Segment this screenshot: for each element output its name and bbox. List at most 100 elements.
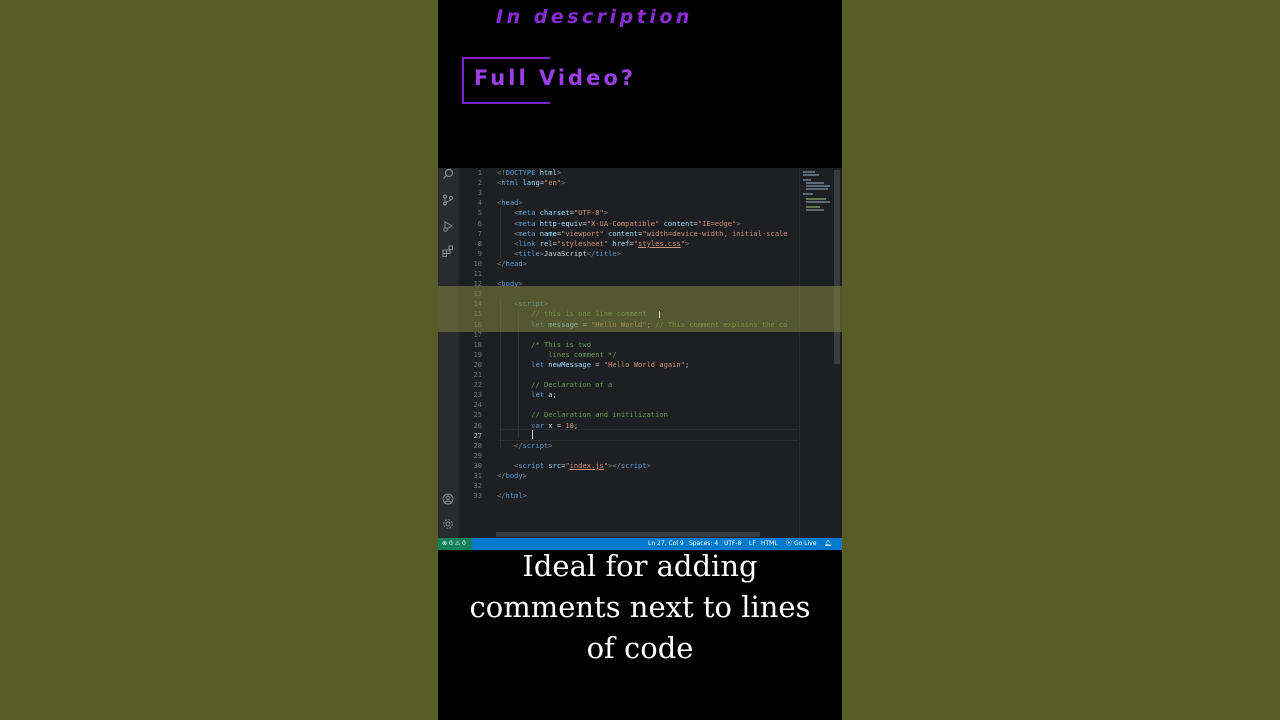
code-line[interactable]: 22 // Declaration of a [438,380,798,390]
promo-full-video-text: Full Video? [474,66,636,90]
caption-line: Ideal for adding [522,549,758,583]
code-text: </script> [514,440,553,450]
code-line[interactable]: 33 </html> [438,491,798,501]
code-text: <script src="index.js"></script> [514,460,651,470]
line-number: 5 [477,208,482,218]
minimap[interactable] [799,168,833,538]
code-text: </body> [497,471,527,480]
line-number: 6 [477,218,482,228]
code-line[interactable]: 25 // Declaration and initilization [438,410,798,420]
code-line[interactable]: 10 </head> [438,259,798,269]
code-line[interactable]: 24 [438,400,798,410]
code-line[interactable]: 26 var x = 10; [438,421,798,431]
minimap-line [803,193,813,195]
line-number: 9 [477,248,482,258]
minimap-line [806,188,828,190]
line-number: 15 [473,309,482,319]
background-left [0,0,438,720]
line-number: 23 [473,390,482,400]
line-number: 14 [473,299,482,309]
minimap-line [806,198,826,200]
code-line[interactable]: 5 <meta charset="UTF-8"> [438,208,798,218]
minimap-line [803,179,811,181]
code-line[interactable]: 21 [438,370,798,380]
text-cursor-ibeam-icon: I [658,310,661,321]
code-editor: 1 <!DOCTYPE html> 2 <html lang="en"> 3 4 <head… [438,168,842,550]
code-text: /* This is two [531,339,591,349]
vertical-scrollbar[interactable] [832,168,842,538]
code-line[interactable]: 23 let a; [438,390,798,400]
background-right [842,0,1280,720]
line-number: 12 [473,279,482,289]
code-text: <!DOCTYPE html> [497,168,562,177]
minimap-line [806,209,824,211]
code-line[interactable]: 16 let message = "Hello World"; // This … [438,320,798,330]
line-number: 21 [473,370,482,379]
code-text: <link rel="stylesheet" href="styles.css"… [514,238,690,248]
code-line[interactable]: 6 <meta http-equiv="X-UA-Compatible" con… [438,219,798,229]
code-line[interactable]: 8 <link rel="stylesheet" href="styles.cs… [438,239,798,249]
line-number: 17 [473,329,482,339]
code-line[interactable]: 4 <head> [438,198,798,208]
line-number: 8 [477,238,482,248]
line-number: 32 [473,481,482,491]
code-line[interactable]: 20 let newMessage = "Hello World again"; [438,360,798,370]
line-number: 1 [477,168,482,177]
code-line[interactable]: 28 </script> [438,441,798,451]
code-text: lines comment */ [531,349,617,359]
code-line[interactable]: 18 /* This is two [438,340,798,350]
line-number: 19 [473,349,482,359]
line-number: 26 [473,420,482,430]
line-number: 27 [473,430,482,440]
code-line[interactable]: 12 <body> [438,279,798,289]
line-number: 30 [473,460,482,470]
video-caption: Ideal for adding comments next to lines … [438,546,842,669]
code-text: <meta http-equiv="X-UA-Compatible" conte… [514,218,741,228]
line-number: 24 [473,400,482,410]
code-line[interactable]: 7 <meta name="viewport" content="width=d… [438,229,798,239]
code-line[interactable]: 2 <html lang="en"> [438,178,798,188]
line-number: 3 [477,188,482,198]
line-number: 7 [477,228,482,238]
code-text: var x = 10; [531,420,579,430]
line-number: 25 [473,410,482,420]
code-line[interactable]: 13 [438,289,798,299]
caption-line: comments next to lines [469,590,811,624]
code-text: <script> [514,299,549,309]
code-line[interactable]: 27 [438,431,798,441]
code-line[interactable]: 9 <title>JavaScript</title> [438,249,798,259]
code-line[interactable]: 17 [438,330,798,340]
code-line[interactable]: 31 </body> [438,471,798,481]
code-line[interactable]: 1 <!DOCTYPE html> [438,168,798,178]
vertical-scrollbar-thumb[interactable] [834,170,840,364]
code-text: let a; [531,390,557,400]
code-text: <head> [497,198,523,208]
horizontal-scrollbar[interactable] [496,532,760,537]
line-number: 20 [473,359,482,369]
code-text: // Declaration and initilization [531,410,668,420]
code-text: <title>JavaScript</title> [514,248,621,258]
code-line[interactable]: 11 [438,269,798,279]
line-number: 4 [477,198,482,208]
line-number: 31 [473,471,482,480]
code-text: <meta charset="UTF-8"> [514,208,609,218]
minimap-line [803,174,819,176]
code-line[interactable]: 19 lines comment */ [438,350,798,360]
code-text: // this is one line comment [531,309,647,319]
line-number: 33 [473,491,482,501]
line-number: 13 [473,289,482,299]
code-line[interactable]: 15 // this is one line comment [438,309,798,319]
code-area[interactable]: 1 <!DOCTYPE html> 2 <html lang="en"> 3 4 <head… [438,168,798,538]
code-text: </html> [497,491,527,501]
code-text: let newMessage = "Hello World again"; [531,359,690,369]
code-text: // Declaration of a [531,380,613,390]
code-line[interactable]: 29 [438,451,798,461]
line-number: 10 [473,258,482,268]
line-number: 28 [473,440,482,450]
code-line[interactable]: 3 [438,188,798,198]
code-text: <html lang="en"> [497,178,566,188]
code-line[interactable]: 30 <script src="index.js"></script> [438,461,798,471]
caption-line: of code [586,631,694,665]
code-line[interactable]: 14 <script> [438,299,798,309]
code-line[interactable]: 32 [438,481,798,491]
